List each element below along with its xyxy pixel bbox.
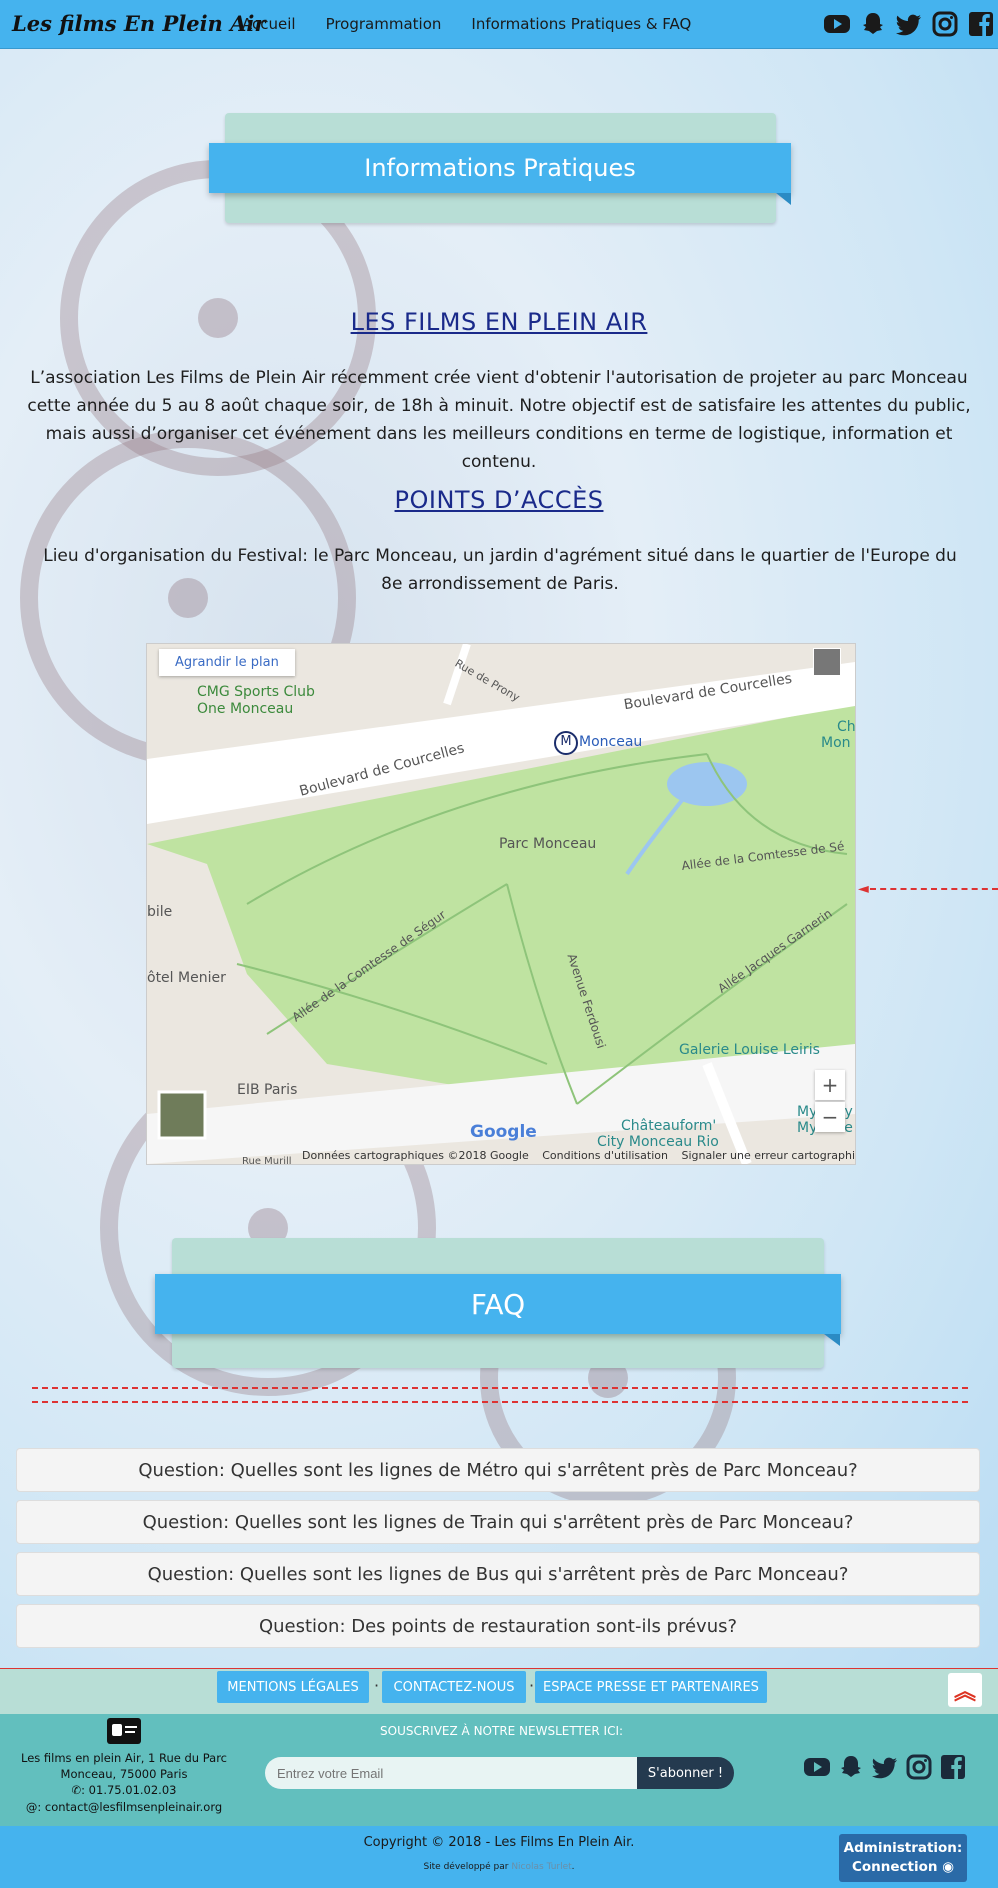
annotation-line — [870, 888, 998, 890]
facebook-icon[interactable] — [966, 9, 996, 39]
faq-question-food[interactable]: Question: Des points de restauration son… — [16, 1604, 980, 1648]
faq-question-bus[interactable]: Question: Quelles sont les lignes de Bus… — [16, 1552, 980, 1596]
at-icon: @ — [25, 1800, 38, 1814]
instagram-icon[interactable] — [904, 1752, 934, 1782]
developer-link[interactable]: Nicolas Turlet — [511, 1862, 571, 1872]
snapchat-icon[interactable] — [858, 9, 888, 39]
press-partners-link[interactable]: ESPACE PRESSE ET PARTENAIRES — [535, 1671, 767, 1703]
section-title-films: LES FILMS EN PLEIN AIR — [350, 308, 648, 336]
annotation-arrow: ◄ — [858, 881, 869, 897]
info-banner: Informations Pratiques — [209, 143, 791, 193]
map-label: City Monceau Rio — [597, 1134, 719, 1150]
chevron-double-up-icon: ︽ — [953, 1680, 976, 1705]
id-card-icon — [107, 1718, 141, 1744]
enlarge-map-button[interactable]: Agrandir le plan — [159, 649, 295, 676]
site-logo[interactable]: Les films En Plein Air — [12, 11, 265, 36]
footer-email: @: contact@lesfilmsenpleinair.org — [0, 1800, 248, 1814]
nav-link-programmation[interactable]: Programmation — [326, 15, 442, 33]
connection-label: Connection — [851, 1859, 938, 1875]
admin-login-button[interactable]: Administration: Connection ◉ — [839, 1834, 967, 1882]
developer-suffix: . — [571, 1862, 575, 1872]
map-label: bile — [147, 904, 173, 920]
nav-link-infos-faq[interactable]: Informations Pratiques & FAQ — [471, 15, 691, 33]
annotation-line — [32, 1401, 968, 1403]
map-label: CMG Sports Club — [197, 684, 315, 700]
banner-fold — [776, 193, 791, 205]
map-data-credit: Données cartographiques ©2018 Google — [302, 1149, 529, 1162]
map-label: ôtel Menier — [147, 970, 226, 986]
contact-link[interactable]: CONTACTEZ-NOUS — [382, 1671, 526, 1703]
metro-icon: M — [554, 731, 578, 755]
faq-banner-title: FAQ — [470, 1287, 526, 1321]
phone-icon: ✆ — [71, 1783, 82, 1797]
subscribe-button[interactable]: S'abonner ! — [637, 1757, 734, 1789]
phone-number: : 01.75.01.02.03 — [81, 1783, 177, 1797]
info-banner-title: Informations Pratiques — [364, 154, 636, 182]
scroll-top-button[interactable]: ︽ — [948, 1673, 982, 1707]
annotation-line — [32, 1387, 968, 1389]
google-logo: Google — [470, 1122, 537, 1142]
top-navbar: Les films En Plein Air Accueil Programma… — [0, 0, 998, 49]
footer-separator: · — [374, 1676, 380, 1695]
map-label: Parc Monceau — [499, 836, 597, 852]
google-map[interactable]: Agrandir le plan CMG Sports Club One Mon… — [146, 643, 856, 1165]
map-label: Châteauform' — [621, 1118, 717, 1134]
section-title-acces: POINTS D’ACCÈS — [394, 486, 604, 514]
twitter-icon[interactable] — [870, 1752, 900, 1782]
map-label: Galerie Louise Leiris — [679, 1042, 820, 1058]
instagram-icon[interactable] — [930, 9, 960, 39]
user-circle-icon: ◉ — [942, 1859, 954, 1875]
nav-links: Accueil Programmation Informations Prati… — [242, 15, 691, 33]
banner-fold — [824, 1334, 840, 1346]
faq-banner: FAQ — [155, 1274, 841, 1334]
zoom-out-button[interactable]: − — [815, 1102, 845, 1132]
faq-question-train[interactable]: Question: Quelles sont les lignes de Tra… — [16, 1500, 980, 1544]
footer-phone: ✆: 01.75.01.02.03 — [0, 1783, 248, 1797]
footer-address-line1: Les films en plein Air, 1 Rue du Parc — [20, 1751, 228, 1765]
map-label: One Monceau — [197, 701, 294, 717]
admin-connection: Connection ◉ — [852, 1858, 954, 1877]
twitter-icon[interactable] — [894, 9, 924, 39]
map-label: Rue Murill — [242, 1156, 292, 1165]
map-terms-link[interactable]: Conditions d'utilisation — [542, 1149, 668, 1162]
social-links-header — [822, 9, 996, 39]
footer-address-line2: Monceau, 75000 Paris — [60, 1767, 188, 1781]
zoom-in-button[interactable]: + — [815, 1070, 845, 1100]
map-report-link[interactable]: Signaler une erreur cartographique — [681, 1149, 855, 1162]
social-links-footer — [802, 1752, 968, 1782]
avatar[interactable] — [813, 648, 841, 676]
admin-label: Administration: — [843, 1840, 963, 1856]
youtube-icon[interactable] — [802, 1752, 832, 1782]
newsletter-email-input[interactable] — [265, 1757, 637, 1789]
developer-prefix: Site développé par — [423, 1862, 512, 1872]
map-label: Ch — [837, 719, 856, 735]
nav-link-accueil[interactable]: Accueil — [242, 15, 296, 33]
map-footer: Données cartographiques ©2018 Google Con… — [302, 1149, 855, 1162]
snapchat-icon[interactable] — [836, 1752, 866, 1782]
map-label: Monceau — [579, 734, 643, 750]
mentions-legales-link[interactable]: MENTIONS LÉGALES — [217, 1671, 369, 1703]
map-label: Mon — [821, 735, 851, 751]
footer-separator: · — [529, 1676, 535, 1695]
map-label: EIB Paris — [237, 1082, 298, 1098]
newsletter-label: SOUSCRIVEZ À NOTRE NEWSLETTER ICI: — [380, 1724, 624, 1738]
youtube-icon[interactable] — [822, 9, 852, 39]
email-address[interactable]: : contact@lesfilmsenpleinair.org — [37, 1800, 222, 1814]
section-text-films: L’association Les Films de Plein Air réc… — [27, 368, 971, 472]
faq-question-metro[interactable]: Question: Quelles sont les lignes de Mét… — [16, 1448, 980, 1492]
facebook-icon[interactable] — [938, 1752, 968, 1782]
section-text-acces: Lieu d'organisation du Festival: le Parc… — [43, 546, 957, 594]
